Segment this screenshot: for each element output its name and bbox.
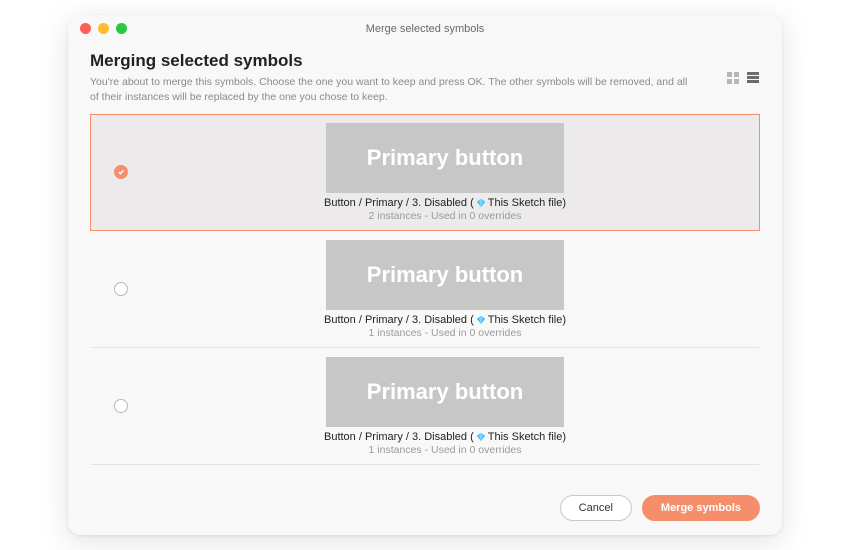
grid-view-button[interactable] [726, 71, 740, 85]
radio-column [101, 399, 141, 413]
sketch-diamond-icon [476, 315, 486, 325]
symbol-name-prefix: Button / Primary / 3. Disabled ( [324, 314, 474, 326]
content-area: Merging selected symbols You're about to… [68, 43, 782, 481]
radio-button[interactable] [114, 399, 128, 413]
symbol-meta: 1 instances - Used in 0 overrides [369, 327, 522, 339]
list-view-button[interactable] [746, 71, 760, 85]
symbol-preview: Primary button [326, 240, 564, 310]
footer: Cancel Merge symbols [68, 481, 782, 535]
symbol-file-label: This Sketch file) [488, 314, 566, 326]
symbol-meta: 2 instances - Used in 0 overrides [369, 210, 522, 222]
close-icon[interactable] [80, 23, 91, 34]
list-item[interactable]: Primary button Button / Primary / 3. Disa… [90, 114, 760, 231]
sketch-diamond-icon [476, 198, 486, 208]
window-title: Merge selected symbols [366, 23, 485, 35]
heading-row: Merging selected symbols You're about to… [90, 51, 760, 104]
symbol-meta: 1 instances - Used in 0 overrides [369, 444, 522, 456]
grid-icon [727, 72, 739, 84]
symbol-name: Button / Primary / 3. Disabled ( This Sk… [324, 197, 566, 209]
heading-text: Merging selected symbols You're about to… [90, 51, 726, 104]
page-description: You're about to merge this symbols. Choo… [90, 75, 690, 104]
maximize-icon[interactable] [116, 23, 127, 34]
view-toggle [726, 71, 760, 85]
symbol-name-prefix: Button / Primary / 3. Disabled ( [324, 431, 474, 443]
preview-column: Primary button Button / Primary / 3. Disa… [141, 355, 749, 456]
cancel-button[interactable]: Cancel [560, 495, 632, 521]
list-item[interactable]: Primary button Button / Primary / 3. Disa… [90, 348, 760, 465]
merge-button[interactable]: Merge symbols [642, 495, 760, 521]
symbol-file-label: This Sketch file) [488, 197, 566, 209]
symbol-preview: Primary button [326, 357, 564, 427]
radio-column [101, 165, 141, 179]
list-item[interactable]: Primary button Button / Primary / 3. Disa… [90, 231, 760, 348]
minimize-icon[interactable] [98, 23, 109, 34]
radio-column [101, 282, 141, 296]
symbol-list: Primary button Button / Primary / 3. Disa… [90, 114, 760, 465]
titlebar: Merge selected symbols [68, 15, 782, 43]
symbol-file-label: This Sketch file) [488, 431, 566, 443]
preview-column: Primary button Button / Primary / 3. Disa… [141, 238, 749, 339]
list-icon [747, 72, 759, 84]
dialog-window: Merge selected symbols Merging selected … [68, 15, 782, 535]
sketch-diamond-icon [476, 432, 486, 442]
check-icon [117, 168, 125, 176]
symbol-name-prefix: Button / Primary / 3. Disabled ( [324, 197, 474, 209]
symbol-name: Button / Primary / 3. Disabled ( This Sk… [324, 314, 566, 326]
radio-button[interactable] [114, 282, 128, 296]
symbol-preview: Primary button [326, 123, 564, 193]
symbol-name: Button / Primary / 3. Disabled ( This Sk… [324, 431, 566, 443]
radio-button[interactable] [114, 165, 128, 179]
preview-column: Primary button Button / Primary / 3. Disa… [141, 121, 749, 222]
page-title: Merging selected symbols [90, 51, 726, 71]
traffic-lights [80, 23, 127, 34]
